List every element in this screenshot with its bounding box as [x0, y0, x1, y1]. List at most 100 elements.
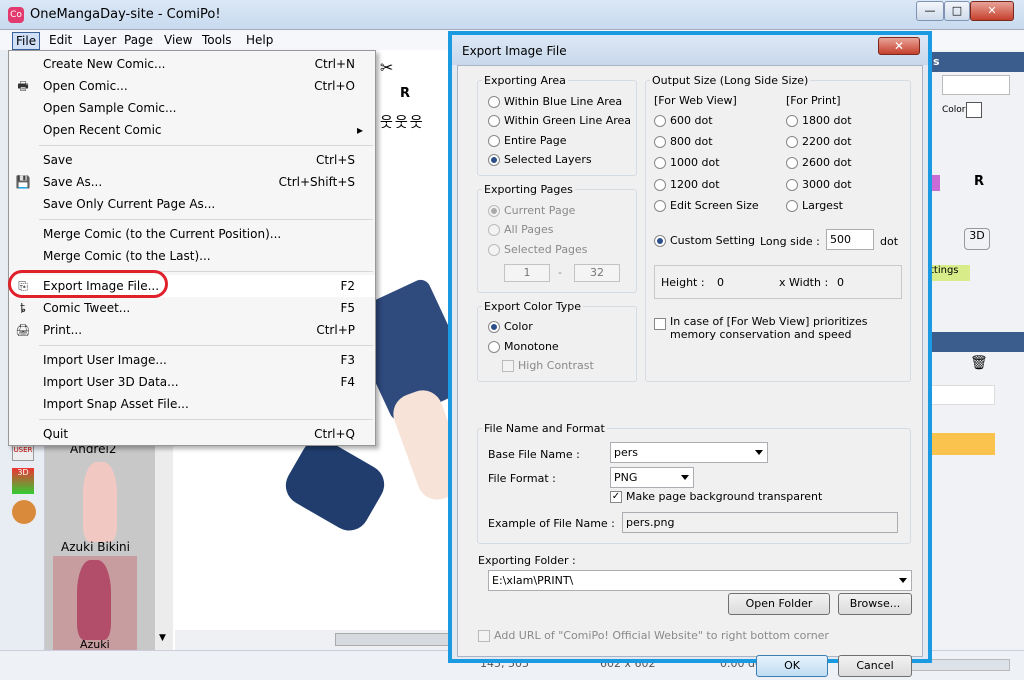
radio-blue-line-area[interactable] [488, 96, 500, 108]
menu-import-user-3d[interactable]: Import User 3D Data... F4 [9, 371, 375, 393]
width-value: 0 [837, 276, 844, 289]
user-3d-icon[interactable]: 3D [12, 468, 34, 494]
radio-color[interactable] [488, 321, 500, 333]
radio-3000-dot[interactable] [786, 179, 798, 191]
char-label-azuki-bikini: Azuki Bikini [61, 540, 130, 554]
label-blue-line-area: Within Blue Line Area [504, 95, 623, 108]
radio-current-page[interactable] [488, 205, 500, 217]
label-1800-dot: 1800 dot [802, 114, 852, 127]
menu-create-new-comic[interactable]: Create New Comic... Ctrl+N [9, 53, 375, 75]
combo-arrow-icon [755, 450, 763, 455]
menu-help[interactable]: Help [243, 32, 276, 48]
comipo-app-icon: Co [8, 7, 24, 23]
long-side-stepper[interactable]: 500 [826, 229, 874, 250]
r-tool-icon-2[interactable]: R [974, 174, 984, 189]
settings-tab[interactable]: ttings [930, 265, 970, 281]
character-thumb-azuki[interactable] [53, 556, 137, 650]
canvas-hscroll-thumb[interactable] [335, 633, 455, 646]
user-image-icon[interactable]: USER [12, 445, 34, 461]
label-add-url: Add URL of "ComiPo! Official Website" to… [494, 629, 829, 642]
output-size-title: Output Size (Long Side Size) [650, 74, 811, 87]
radio-selected-pages[interactable] [488, 244, 500, 256]
label-entire-page: Entire Page [504, 134, 567, 147]
minimize-button[interactable]: — [916, 1, 944, 21]
radio-all-pages[interactable] [488, 224, 500, 236]
base-file-name-combo[interactable]: pers [610, 442, 768, 463]
menu-comic-tweet[interactable]: ȶ Comic Tweet... F5 [9, 297, 375, 319]
file-format-select[interactable]: PNG [610, 467, 694, 488]
menu-open-sample-comic[interactable]: Open Sample Comic... [9, 97, 375, 119]
close-window-button[interactable]: ✕ [970, 1, 1014, 21]
tweet-icon: ȶ [20, 301, 26, 315]
r-tool-icon[interactable]: R [400, 86, 410, 101]
radio-custom-setting[interactable] [654, 235, 666, 247]
radio-2600-dot[interactable] [786, 157, 798, 169]
dialog-close-button[interactable]: ✕ [878, 37, 920, 55]
menu-save-as[interactable]: 💾 Save As... Ctrl+Shift+S [9, 171, 375, 193]
radio-1200-dot[interactable] [654, 179, 666, 191]
page-from-stepper[interactable]: 1 [504, 264, 550, 282]
checkbox-high-contrast[interactable] [502, 360, 514, 372]
checkbox-web-priority[interactable] [654, 318, 666, 330]
file-menu-dropdown: Create New Comic... Ctrl+N 🖶 Open Comic...… [8, 50, 376, 446]
layer-row[interactable] [930, 385, 995, 405]
label-selected-layers: Selected Layers [504, 153, 592, 166]
menu-page[interactable]: Page [121, 32, 156, 48]
menu-edit[interactable]: Edit [46, 32, 75, 48]
right-panel-field[interactable] [942, 75, 1010, 95]
radio-green-line-area[interactable] [488, 115, 500, 127]
page-to-stepper[interactable]: 32 [574, 264, 620, 282]
radio-monotone[interactable] [488, 341, 500, 353]
label-monotone: Monotone [504, 340, 559, 353]
floppy-disk-icon: 💾 [15, 175, 31, 189]
radio-800-dot[interactable] [654, 136, 666, 148]
menu-view[interactable]: View [161, 32, 195, 48]
checkbox-transparent-background[interactable]: ✓ [610, 491, 622, 503]
3d-rotate-icon[interactable]: 3D [964, 228, 990, 250]
radio-1000-dot[interactable] [654, 157, 666, 169]
color-swatch[interactable] [966, 102, 982, 118]
menu-layer[interactable]: Layer [80, 32, 119, 48]
radio-600-dot[interactable] [654, 115, 666, 127]
menu-import-snap-asset[interactable]: Import Snap Asset File... [9, 393, 375, 415]
menu-import-user-image[interactable]: Import User Image... F3 [9, 349, 375, 371]
label-2200-dot: 2200 dot [802, 135, 852, 148]
sock-artwork [278, 432, 392, 538]
menu-save[interactable]: Save Ctrl+S [9, 149, 375, 171]
pose-figures-icon[interactable]: 웃웃웃 [380, 112, 425, 132]
checkbox-add-url[interactable] [478, 630, 490, 642]
browse-button[interactable]: Browse... [838, 593, 912, 615]
trash-icon[interactable]: 🗑 [970, 355, 988, 371]
character-thumb-azuki-bikini[interactable] [83, 462, 117, 542]
menu-open-comic[interactable]: 🖶 Open Comic... Ctrl+O [9, 75, 375, 97]
menu-print[interactable]: 🖨 Print... Ctrl+P [9, 319, 375, 341]
radio-2200-dot[interactable] [786, 136, 798, 148]
menu-save-only-current-page[interactable]: Save Only Current Page As... [9, 193, 375, 215]
exporting-folder-combo[interactable]: E:\xlam\PRINT\ [488, 570, 912, 591]
menu-merge-current[interactable]: Merge Comic (to the Current Position)... [9, 223, 375, 245]
maximize-button[interactable]: □ [944, 1, 970, 21]
menu-merge-last[interactable]: Merge Comic (to the Last)... [9, 245, 375, 267]
character-face-icon[interactable] [12, 500, 36, 524]
radio-entire-page[interactable] [488, 135, 500, 147]
cancel-button[interactable]: Cancel [838, 655, 912, 677]
menu-file[interactable]: File [12, 32, 41, 50]
width-label: x Width : [779, 276, 829, 289]
computed-size-box: Height : 0 x Width : 0 [654, 265, 902, 299]
ok-button[interactable]: OK [756, 655, 828, 677]
scroll-down-icon[interactable]: ▼ [159, 633, 166, 643]
radio-largest[interactable] [786, 200, 798, 212]
radio-1800-dot[interactable] [786, 115, 798, 127]
menu-open-recent-comic[interactable]: Open Recent Comic ▸ [9, 119, 375, 141]
color-type-title: Export Color Type [482, 300, 583, 313]
layer-row-selected[interactable] [930, 433, 995, 455]
character-list-scrollbar[interactable]: ▼ [155, 440, 173, 650]
scissors-icon[interactable]: ✂ [380, 58, 393, 77]
height-label: Height : [661, 276, 705, 289]
file-format-label: File Format : [488, 472, 556, 485]
menu-tools[interactable]: Tools [199, 32, 235, 48]
radio-selected-layers[interactable] [488, 154, 500, 166]
open-folder-button[interactable]: Open Folder [728, 593, 830, 615]
menu-quit[interactable]: Quit Ctrl+Q [9, 423, 375, 445]
radio-edit-screen-size[interactable] [654, 200, 666, 212]
